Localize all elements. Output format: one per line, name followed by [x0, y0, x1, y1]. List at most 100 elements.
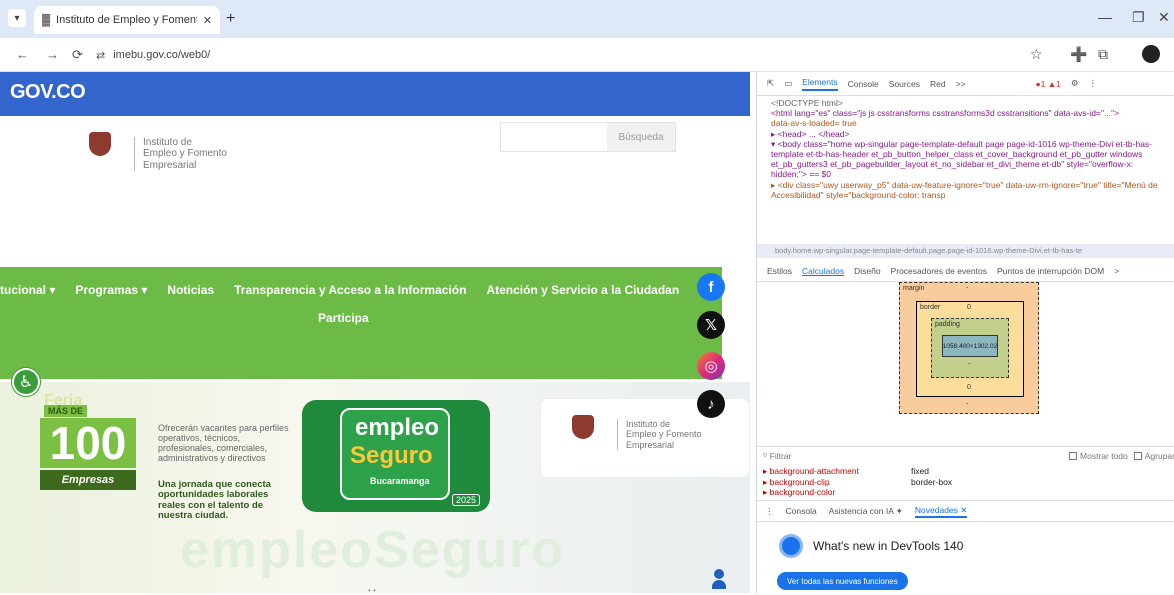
menu-item-institucional[interactable]: tucional ▾ — [0, 283, 55, 297]
chevron-down-icon: ▾ — [14, 12, 20, 24]
see-all-features-button[interactable]: Ver todas las nuevas funciones — [777, 572, 908, 590]
tab-strip: ▾ ▓ Instituto de Empleo y Fomento... ✕ +… — [0, 0, 1174, 38]
menu-item-participa[interactable]: Participa — [318, 311, 369, 325]
tab-sources[interactable]: Sources — [889, 79, 920, 89]
tiktok-icon[interactable]: ♪ — [697, 390, 725, 418]
property-row[interactable]: ▸ background-clip border-box — [763, 477, 1173, 488]
device-toolbar-icon[interactable]: ▭ — [784, 78, 792, 89]
empleo-text: empleo — [355, 414, 440, 441]
drawer-menu-icon[interactable]: ⋮ — [765, 506, 774, 517]
banner-mas-de: MÁS DE — [44, 405, 88, 417]
subtab-layout[interactable]: Diseño — [854, 266, 880, 276]
chrome-devtools-icon — [779, 534, 803, 558]
menu-item-programas[interactable]: Programas ▾ — [75, 283, 147, 297]
reload-icon[interactable]: ⟳ — [72, 47, 83, 63]
tab-close-icon[interactable]: ✕ — [203, 14, 212, 27]
site-info-icon[interactable]: ⇄ — [96, 49, 105, 62]
property-row[interactable]: ▸ background-attachment fixed — [763, 466, 1173, 477]
bookmark-star-icon[interactable]: ☆ — [1030, 46, 1043, 63]
back-icon[interactable]: ← — [16, 47, 29, 62]
extension-icon[interactable]: ➕ — [1070, 46, 1087, 63]
dom-line[interactable]: ▸ <div class="uwy userway_p5" data-uw-fe… — [771, 180, 1163, 200]
tab-elements[interactable]: Elements — [802, 77, 838, 91]
url-text[interactable]: imebu.gov.co/web0/ — [113, 49, 210, 61]
facebook-icon[interactable]: f — [697, 273, 725, 301]
dom-line[interactable]: <html lang="es" class="js js csstransfor… — [771, 108, 1163, 118]
dom-tree: <!DOCTYPE html> <html lang="es" class="j… — [757, 96, 1169, 246]
accessibility-icon: ♿ — [18, 374, 34, 391]
user-icon[interactable] — [712, 569, 726, 589]
show-all-checkbox[interactable] — [1069, 451, 1078, 460]
extensions-puzzle-icon[interactable]: ⧉ — [1098, 46, 1108, 63]
show-all-label: Mostrar todo — [1080, 450, 1128, 461]
search-button[interactable]: Búsqueda — [607, 123, 675, 151]
main-menu: tucional ▾ Programas ▾ Noticias Transpar… — [0, 267, 722, 379]
seguro-text: Seguro — [350, 442, 433, 469]
computed-properties: ▸ background-attachment fixed ▸ backgroun… — [763, 466, 1173, 498]
error-count-badge[interactable]: ●1 ▲1 — [1036, 79, 1061, 89]
property-row[interactable]: ▸ background-color — [763, 487, 1173, 498]
drawer-tab-whats-new[interactable]: Novedades ✕ — [914, 505, 968, 518]
gov-co-logo[interactable]: GOV.CO — [10, 81, 86, 104]
computed-filter-bar: ▿ Filtrar Mostrar todo Agrupar — [757, 446, 1174, 464]
banner-number: 100 — [40, 418, 136, 468]
x-twitter-icon[interactable]: 𝕏 — [697, 311, 725, 339]
dom-line[interactable]: ▸ <head> ... </head> — [771, 129, 1163, 139]
year-badge: 2025 — [452, 494, 481, 506]
dom-line[interactable]: <!DOCTYPE html> — [771, 98, 1163, 108]
border-bottom-value: 0 — [967, 384, 971, 391]
settings-gear-icon[interactable]: ⚙ — [1071, 78, 1079, 89]
border-label: border — [920, 304, 941, 311]
devtools-panel: ⇱ ▭ Elements Console Sources Red >> ●1 ▲… — [756, 72, 1174, 593]
group-checkbox[interactable] — [1133, 451, 1142, 460]
banner-watermark: empleoSeguro — [180, 521, 566, 579]
subtab-styles[interactable]: Estilos — [767, 266, 792, 276]
restore-icon[interactable]: ❐ — [1132, 9, 1145, 26]
dom-breadcrumb[interactable]: body.home.wp-singular.page-template-defa… — [757, 244, 1174, 258]
new-tab-button[interactable]: + — [226, 10, 235, 28]
border-top-value: 0 — [967, 304, 971, 311]
favicon-icon: ▓ — [42, 14, 51, 26]
browser-tab-active[interactable]: ▓ Instituto de Empleo y Fomento... ✕ — [34, 6, 220, 34]
search-input[interactable] — [501, 123, 607, 151]
tab-title: Instituto de Empleo y Fomento... — [56, 14, 197, 26]
accessibility-button[interactable]: ♿ — [12, 368, 40, 396]
address-bar[interactable]: ⇄ imebu.gov.co/web0/ — [96, 43, 1016, 67]
banner-promo-text: Ofrecerán vacantes para perfiles operati… — [158, 423, 289, 463]
tab-network[interactable]: Red — [930, 79, 946, 89]
crest-icon — [80, 132, 120, 176]
window-close-icon[interactable]: ✕ — [1158, 9, 1170, 26]
site-logo[interactable]: Instituto de Empleo y Fomento Empresaria… — [80, 132, 227, 176]
minimize-icon[interactable]: — — [1098, 9, 1112, 25]
forward-icon[interactable]: → — [46, 47, 59, 62]
more-options-icon[interactable]: ⋮ — [1089, 78, 1098, 89]
inspect-icon[interactable]: ⇱ — [767, 78, 774, 89]
filter-icon: ▿ — [763, 450, 770, 460]
drawer-tab-ai-assistance[interactable]: Asistencia con IA ✦ — [829, 506, 903, 517]
dom-line-selected[interactable]: ▾ <body class="home wp-singular page-tem… — [771, 139, 1163, 180]
browser-toolbar: ← → ⟳ ⇄ imebu.gov.co/web0/ ☆ ➕ ⧉ — [0, 38, 1174, 72]
filter-input[interactable]: Filtrar — [770, 451, 792, 461]
subtab-event-listeners[interactable]: Procesadores de eventos — [891, 266, 987, 276]
drawer-tab-console[interactable]: Consola — [786, 506, 817, 516]
gov-header-bar: GOV.CO — [0, 72, 750, 116]
more-tabs[interactable]: >> — [956, 79, 966, 89]
tab-console[interactable]: Console — [848, 79, 879, 89]
instagram-icon[interactable]: ◎ — [697, 352, 725, 380]
tab-search-button[interactable]: ▾ — [8, 9, 26, 27]
menu-item-transparencia[interactable]: Transparencia y Acceso a la Información — [234, 283, 466, 297]
styles-subtabs: Estilos Calculados Diseño Procesadores d… — [757, 260, 1174, 282]
profile-avatar[interactable] — [1142, 45, 1160, 63]
subtab-computed[interactable]: Calculados — [802, 266, 844, 276]
padding-label: padding — [935, 321, 960, 328]
carousel-dots[interactable]: • • — [368, 586, 376, 595]
crest-icon — [563, 415, 603, 459]
dom-line[interactable]: data-av-s-loaded= true — [771, 118, 1163, 128]
banner-promo-bold: Una jornada que conecta oportunidades la… — [158, 479, 271, 522]
menu-item-atencion[interactable]: Atención y Servicio a la Ciudadan — [486, 283, 679, 297]
menu-item-noticias[interactable]: Noticias — [167, 283, 214, 297]
subtab-more[interactable]: > — [1114, 266, 1119, 276]
margin-label: margin — [903, 285, 925, 292]
subtab-dom-breakpoints[interactable]: Puntos de interrupción DOM — [997, 266, 1104, 276]
drawer-tabs: ⋮ Consola Asistencia con IA ✦ Novedades … — [757, 500, 1174, 522]
